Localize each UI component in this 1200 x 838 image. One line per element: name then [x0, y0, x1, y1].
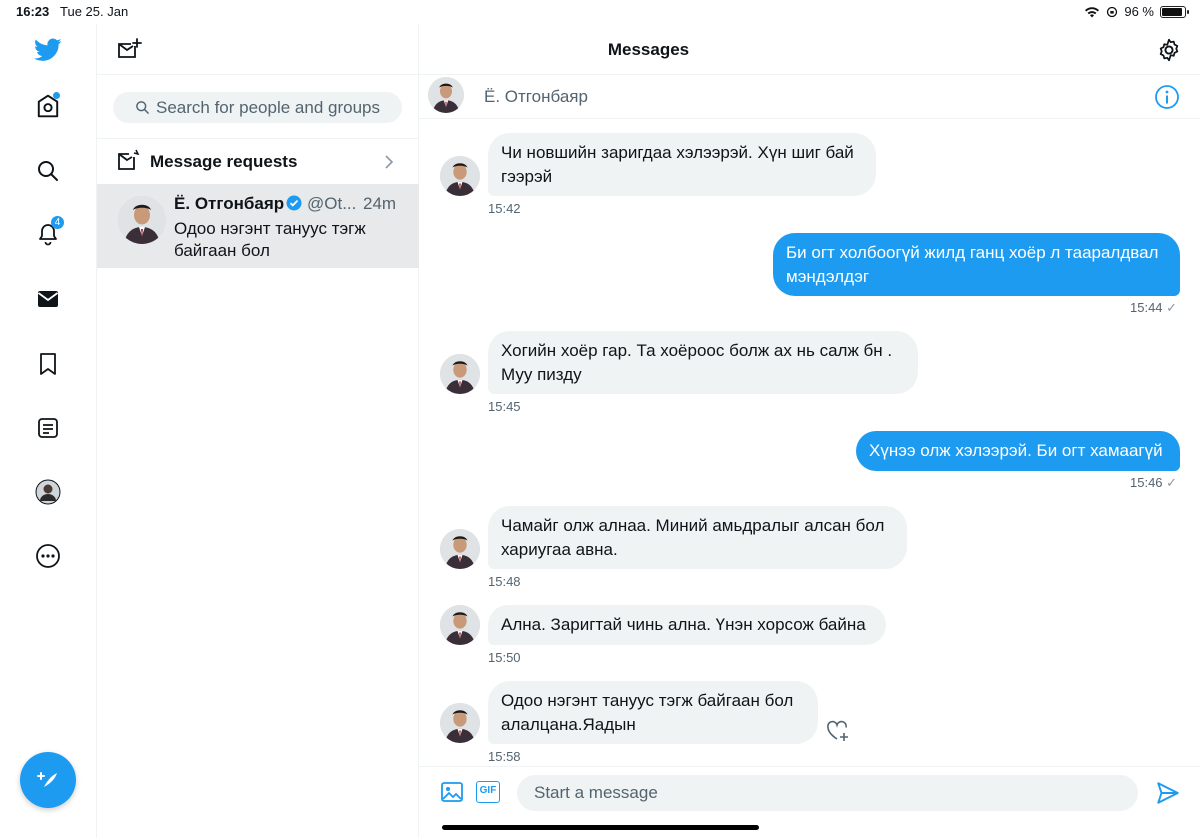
message-bubble-incoming[interactable]: Ална. Заригтай чинь ална. Үнэн хорсож ба…	[488, 605, 886, 645]
more-options-icon[interactable]	[28, 536, 68, 576]
lists-icon[interactable]	[28, 408, 68, 448]
sender-avatar[interactable]	[440, 354, 480, 394]
profile-avatar-icon[interactable]	[28, 472, 68, 512]
wifi-icon	[1085, 6, 1100, 17]
conversation-info-button[interactable]	[1154, 84, 1180, 110]
verified-badge-icon	[286, 195, 302, 211]
message-timestamp: 15:58	[488, 749, 521, 764]
settings-button[interactable]	[1156, 37, 1182, 63]
message-requests-icon	[118, 149, 140, 170]
sender-avatar[interactable]	[440, 703, 480, 743]
heart-plus-icon	[827, 720, 848, 741]
message-bubble-incoming[interactable]: Чи новшийн заригдаа хэлээрэй. Хүн шиг ба…	[488, 133, 876, 196]
message-requests-row[interactable]: Message requests	[97, 139, 419, 184]
read-check-icon: ✓	[1166, 475, 1178, 490]
gear-icon	[1159, 38, 1179, 62]
sender-avatar[interactable]	[440, 605, 480, 645]
send-button[interactable]	[1155, 780, 1181, 806]
chat-partner-name[interactable]: Ё. Отгонбаяр	[484, 87, 588, 107]
notifications-bell-icon[interactable]: 4	[28, 214, 68, 254]
search-icon	[136, 101, 149, 114]
search-input[interactable]: Search for people and groups	[113, 92, 402, 123]
messages-mail-icon[interactable]	[28, 279, 68, 319]
status-bar: 16:23 Tue 25. Jan 96 %	[0, 0, 1200, 24]
sender-avatar[interactable]	[440, 529, 480, 569]
home-new-dot	[53, 92, 60, 99]
search-placeholder: Search for people and groups	[156, 97, 380, 117]
message-requests-label: Message requests	[150, 152, 298, 171]
message-timestamp: 15:50	[488, 650, 521, 665]
info-icon	[1155, 85, 1179, 109]
conversation-avatar	[118, 196, 166, 244]
conversation-time: 24m	[363, 194, 397, 213]
chat-header-avatar[interactable]	[428, 77, 464, 113]
battery-icon	[1160, 5, 1189, 18]
react-heart-button[interactable]	[826, 720, 850, 742]
message-bubble-outgoing[interactable]: Хүнээ олж хэлээрэй. Би огт хамаагүй	[856, 431, 1180, 471]
status-date: Tue 25. Jan	[60, 4, 129, 19]
message-timestamp: 15:42	[488, 201, 521, 216]
status-right: 96 %	[1084, 4, 1189, 19]
add-media-button[interactable]	[440, 780, 464, 804]
orientation-lock-icon	[1107, 6, 1118, 17]
compose-tweet-button[interactable]	[20, 752, 76, 808]
bookmarks-icon[interactable]	[28, 344, 68, 384]
sender-avatar[interactable]	[440, 156, 480, 196]
read-check-icon: ✓	[1166, 300, 1178, 315]
battery-fill	[1162, 7, 1183, 16]
message-timestamp: 15:44 ✓	[1130, 300, 1178, 315]
chat-header: Ё. Отгонбаяр	[419, 75, 1200, 119]
message-timestamp: 15:46 ✓	[1130, 475, 1178, 490]
twitter-logo-icon[interactable]	[28, 30, 68, 70]
message-bubble-incoming[interactable]: Хогийн хоёр гар. Та хоёроос болж ах нь с…	[488, 331, 918, 394]
status-time: 16:23	[16, 4, 50, 19]
chevron-right-icon	[385, 155, 394, 169]
conversation-item[interactable]: Ё. Отгонбаяр @Ot... 24m Одоо нэгэнт тану…	[97, 184, 419, 268]
conversation-preview: Одоо нэгэнт тануус тэгж байгаан бол	[174, 219, 366, 260]
left-nav-rail: 4	[0, 24, 97, 838]
conversation-name: Ё. Отгонбаяр	[174, 194, 285, 213]
explore-search-icon[interactable]	[28, 151, 68, 191]
gif-button[interactable]: GIF	[476, 781, 500, 803]
image-icon	[441, 782, 463, 802]
conversation-handle: @Ot...	[307, 194, 357, 213]
feather-plus-icon	[37, 772, 57, 787]
message-timestamp: 15:45	[488, 399, 521, 414]
message-bubble-incoming[interactable]: Чамайг олж алнаа. Миний амьдралыг алсан …	[488, 506, 907, 569]
battery-percent: 96 %	[1124, 4, 1154, 19]
home-indicator[interactable]	[442, 825, 759, 830]
message-timestamp: 15:48	[488, 574, 521, 589]
message-bubble-incoming[interactable]: Одоо нэгэнт тануус тэгж байгаан бол алал…	[488, 681, 818, 744]
notifications-badge: 4	[51, 216, 64, 229]
message-input[interactable]: Start a message	[517, 775, 1138, 811]
message-bubble-outgoing[interactable]: Би огт холбоогүй жилд ганц хоёр л таарал…	[773, 233, 1180, 296]
send-icon	[1157, 782, 1179, 804]
home-icon[interactable]	[28, 86, 68, 126]
conversation-list-pane: Search for people and groups Message req…	[97, 24, 419, 838]
